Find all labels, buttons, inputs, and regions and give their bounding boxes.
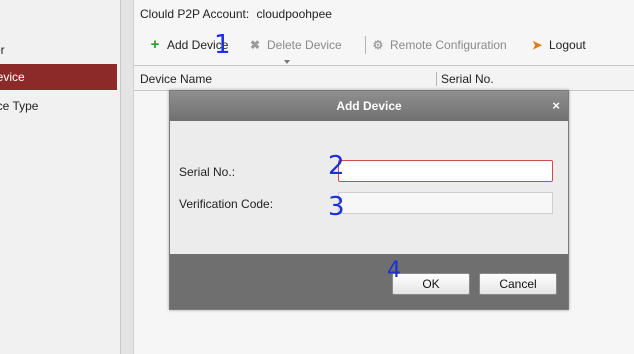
- sidebar-item-label: vice Type: [0, 99, 39, 113]
- logout-label: Logout: [549, 38, 586, 52]
- remote-configuration-label: Remote Configuration: [390, 38, 507, 52]
- verification-code-input[interactable]: [338, 192, 553, 214]
- column-header-serial-no[interactable]: Serial No.: [441, 66, 494, 92]
- ok-button[interactable]: OK: [392, 273, 470, 295]
- sidebar-item-device-type[interactable]: vice Type: [0, 93, 117, 119]
- delete-device-button[interactable]: ✖ Delete Device: [248, 33, 342, 57]
- serial-no-input[interactable]: [338, 160, 553, 182]
- add-device-dialog: Add Device × Serial No.: Verification Co…: [169, 90, 569, 310]
- delete-device-label: Delete Device: [267, 38, 342, 52]
- annotation-2: 2: [328, 151, 345, 181]
- panel-divider: [121, 0, 134, 354]
- sidebar: ver Device vice Type: [0, 0, 121, 354]
- sidebar-item-label: ver: [0, 43, 5, 57]
- toolbar-separator: [365, 36, 366, 54]
- column-separator: [436, 72, 437, 86]
- column-header-device-name[interactable]: Device Name: [140, 66, 212, 92]
- dialog-body: Serial No.: Verification Code:: [170, 121, 568, 254]
- close-icon[interactable]: ×: [552, 91, 560, 121]
- dialog-title: Add Device: [336, 99, 402, 113]
- annotation-3: 3: [328, 192, 345, 222]
- annotation-1: 1: [214, 30, 231, 60]
- account-name: cloudpoohpee: [256, 7, 332, 21]
- x-icon: ✖: [249, 38, 261, 52]
- device-table-header: Device Name Serial No.: [134, 65, 634, 91]
- annotation-4: 4: [387, 258, 401, 283]
- logout-arrow-icon: ➤: [531, 38, 543, 52]
- gear-icon: ⚙: [372, 38, 384, 52]
- verification-code-label: Verification Code:: [179, 197, 274, 211]
- account-label: Clould P2P Account:: [140, 7, 250, 21]
- account-info: Clould P2P Account: cloudpoohpee: [140, 7, 332, 21]
- cancel-button[interactable]: Cancel: [479, 273, 557, 295]
- plus-icon: +: [150, 36, 160, 53]
- sidebar-item-label: Device: [0, 70, 25, 84]
- serial-no-label: Serial No.:: [179, 165, 236, 179]
- dialog-footer: OK Cancel: [170, 254, 568, 309]
- sort-arrow-icon[interactable]: [284, 60, 290, 64]
- logout-button[interactable]: ➤ Logout: [530, 33, 586, 57]
- sidebar-item-server[interactable]: ver: [0, 37, 117, 63]
- dialog-title-bar: Add Device ×: [170, 91, 568, 121]
- sidebar-item-device[interactable]: Device: [0, 64, 117, 90]
- remote-configuration-button[interactable]: ⚙ Remote Configuration: [371, 33, 507, 57]
